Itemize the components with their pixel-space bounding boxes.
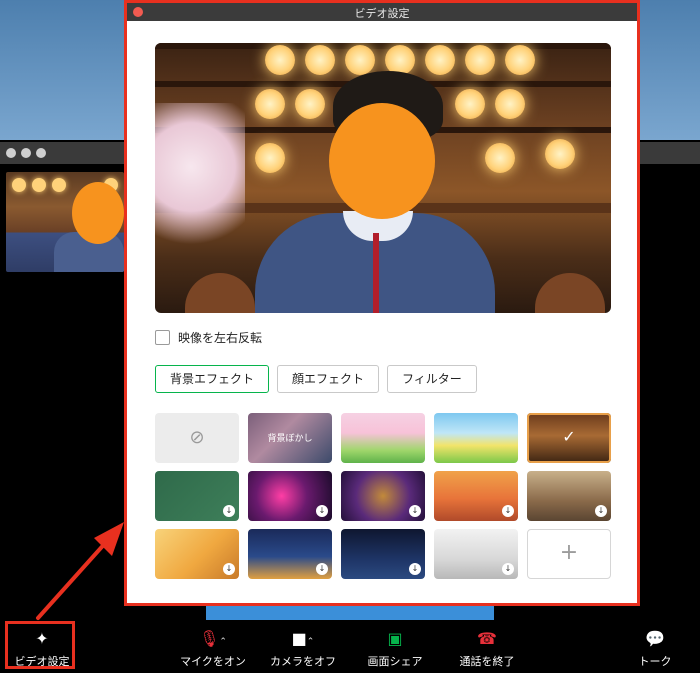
download-icon: ↓ [409,505,421,517]
dialog-titlebar: ビデオ設定 [127,3,637,21]
effect-tabs: 背景エフェクト 顔エフェクト フィルター [155,365,477,393]
mirror-option[interactable]: 映像を左右反転 [155,328,262,346]
mic-off-icon: 🎙⌃ [199,629,227,648]
effect-night-city[interactable]: ↓ [248,529,332,579]
self-view-thumbnail[interactable] [6,172,124,272]
chat-icon: 💬 [645,629,665,648]
effect-sunny-room[interactable]: ↓ [155,529,239,579]
effect-starry-sky[interactable]: ↓ [341,529,425,579]
download-icon: ↓ [223,563,235,575]
face-mask [72,182,124,244]
none-icon: ⊘ [189,427,205,448]
mic-on-button[interactable]: 🎙⌃ マイクをオン [178,628,248,669]
highlight-box [5,621,75,669]
download-icon: ↓ [316,563,328,575]
effect-party-characters[interactable]: ↓ [341,471,425,521]
tab-face-effect[interactable]: 顔エフェクト [277,365,380,393]
tab-background-effect[interactable]: 背景エフェクト [155,365,270,393]
camera-off-button[interactable]: ■⌃ カメラをオフ [268,628,338,669]
effect-meadow[interactable] [434,413,518,463]
effect-none[interactable]: ⊘ [155,413,239,463]
add-background-button[interactable]: + [527,529,611,579]
hang-up-icon: ☎ [477,629,497,648]
screen-share-icon: ▣ [387,629,403,648]
video-settings-dialog: ビデオ設定 映像を左右反転 背景エフェクト 顔エフェクト フィルター ⊘ 背景ぼ… [124,0,640,606]
plus-icon: + [559,540,579,565]
effect-chalkboard[interactable]: ↓ [155,471,239,521]
download-icon: ↓ [223,505,235,517]
download-icon: ↓ [595,505,607,517]
window-zoom-dot[interactable] [36,148,46,158]
effect-spring-flowers[interactable] [341,413,425,463]
camera-icon: ■⌃ [291,629,315,648]
download-icon: ↓ [316,505,328,517]
call-toolbar: ✦ ビデオ設定 🎙⌃ マイクをオン ■⌃ カメラをオフ ▣ 画面シェア ☎ 通話… [0,620,700,673]
download-icon: ↓ [409,563,421,575]
tab-filter[interactable]: フィルター [387,365,477,393]
effect-izakaya[interactable]: ✓ [527,413,611,463]
blur-label: 背景ぼかし [267,434,313,444]
download-icon: ↓ [502,505,514,517]
selected-check-icon: ✓ [562,427,576,446]
effect-white-office[interactable]: ↓ [434,529,518,579]
mirror-checkbox[interactable] [155,329,170,345]
window-minimize-dot[interactable] [21,148,31,158]
face-mask [329,103,435,219]
dialog-shadow-bar [206,606,494,620]
effect-neon-glasses[interactable]: ↓ [248,471,332,521]
camera-preview [155,43,611,313]
dialog-title: ビデオ設定 [354,7,410,20]
window-close-dot[interactable] [6,148,16,158]
mirror-label: 映像を左右反転 [178,330,263,345]
effect-classroom[interactable]: ↓ [527,471,611,521]
end-call-button[interactable]: ☎ 通話を終了 [454,628,520,669]
effect-blur[interactable]: 背景ぼかし [248,413,332,463]
background-effect-grid: ⊘ 背景ぼかし ✓ ↓ ↓ ↓ ↓ ↓ ↓ ↓ ↓ ↓ + [155,413,611,579]
talk-button[interactable]: 💬 トーク [630,628,680,669]
screen-share-button[interactable]: ▣ 画面シェア [362,628,428,669]
download-icon: ↓ [502,563,514,575]
effect-orange-room[interactable]: ↓ [434,471,518,521]
